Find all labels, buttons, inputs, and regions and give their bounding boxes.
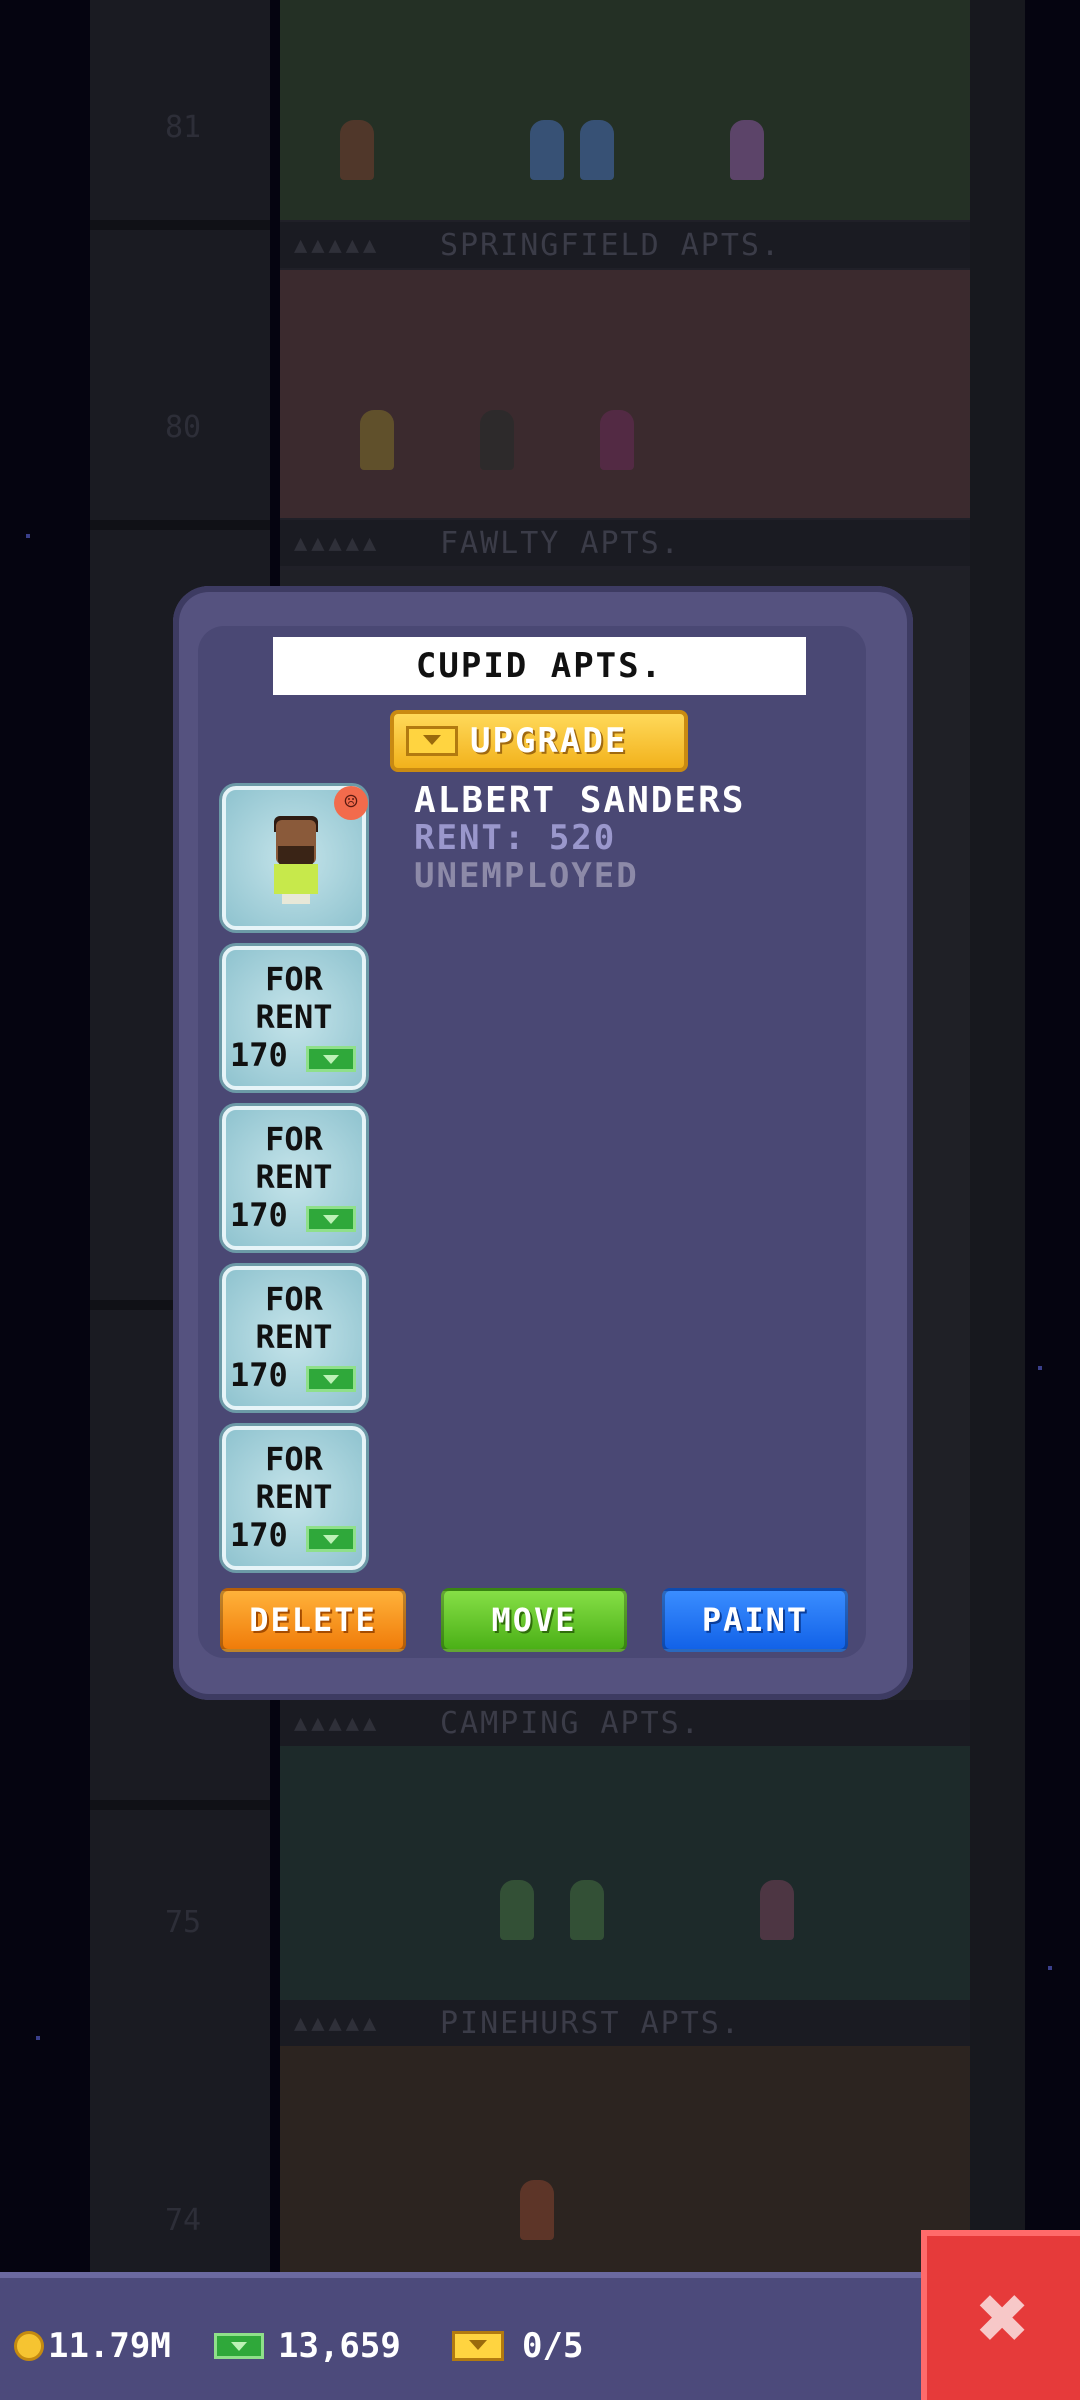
bux-icon bbox=[452, 2331, 504, 2361]
slot-price: 170 bbox=[230, 1356, 288, 1394]
paint-button[interactable]: PAINT bbox=[662, 1588, 848, 1652]
star bbox=[26, 534, 30, 538]
close-button[interactable]: ✖ bbox=[921, 2230, 1080, 2400]
upgrade-button[interactable]: UPGRADE bbox=[390, 710, 688, 772]
resident-job: UNEMPLOYED bbox=[414, 856, 639, 896]
coins-stat: 11.79M bbox=[14, 2326, 171, 2366]
tower-edge bbox=[965, 0, 1025, 2400]
resident-rent: RENT: 520 bbox=[414, 818, 617, 858]
floor-label: ▲▲▲▲▲ CAMPING APTS. bbox=[280, 1700, 970, 1746]
star bbox=[1038, 1366, 1042, 1370]
floor-name: PINEHURST APTS. bbox=[440, 2005, 741, 2041]
floor-80: ▲▲▲▲▲ FAWLTY APTS. bbox=[280, 270, 970, 570]
slot-price: 170 bbox=[230, 1196, 288, 1234]
slot-line2: RENT bbox=[255, 1318, 333, 1356]
floor-name: SPRINGFIELD APTS. bbox=[440, 227, 782, 263]
floor-75: ▲▲▲▲▲ PINEHURST APTS. bbox=[280, 2000, 970, 2272]
slot-line2: RENT bbox=[255, 1158, 333, 1196]
resident-slot[interactable]: ☹ bbox=[222, 786, 368, 930]
close-icon: ✖ bbox=[977, 2266, 1030, 2369]
upgrade-label: UPGRADE bbox=[470, 721, 628, 761]
floor-name: FAWLTY APTS. bbox=[440, 525, 681, 561]
slot-line1: FOR bbox=[265, 1280, 323, 1318]
resident-name: ALBERT SANDERS bbox=[414, 780, 746, 821]
bux-icon bbox=[406, 726, 458, 756]
floor-number: 74 bbox=[165, 2203, 202, 2238]
bux-stat: 0/5 bbox=[452, 2326, 583, 2366]
status-bar: 11.79M 13,659 0/5 bbox=[0, 2272, 930, 2400]
floor-number: 75 bbox=[165, 1905, 202, 1940]
floor-camping: ▲▲▲▲▲ CAMPING APTS. bbox=[280, 1700, 970, 2000]
delete-button[interactable]: DELETE bbox=[220, 1588, 406, 1652]
slot-price: 170 bbox=[230, 1036, 288, 1074]
floor-title: CUPID APTS. bbox=[273, 637, 806, 695]
cash-stat: 13,659 bbox=[214, 2326, 401, 2366]
slot-line1: FOR bbox=[265, 1120, 323, 1158]
cash-value: 13,659 bbox=[278, 2326, 401, 2366]
floor-81: ▲▲▲▲▲ SPRINGFIELD APTS. bbox=[280, 0, 970, 270]
for-rent-slot[interactable]: FOR RENT 170 bbox=[222, 946, 366, 1090]
cash-icon bbox=[306, 1206, 356, 1232]
for-rent-slot[interactable]: FOR RENT 170 bbox=[222, 1426, 366, 1570]
for-rent-slot[interactable]: FOR RENT 170 bbox=[222, 1106, 366, 1250]
floor-name: CAMPING APTS. bbox=[440, 1705, 701, 1741]
cash-icon bbox=[306, 1046, 356, 1072]
coins-value: 11.79M bbox=[48, 2326, 171, 2366]
floor-label: ▲▲▲▲▲ PINEHURST APTS. bbox=[280, 2000, 970, 2046]
slot-line2: RENT bbox=[255, 998, 333, 1036]
star bbox=[1048, 1966, 1052, 1970]
cash-icon bbox=[306, 1366, 356, 1392]
move-button[interactable]: MOVE bbox=[441, 1588, 627, 1652]
floor-number: 81 bbox=[165, 110, 202, 145]
cash-icon bbox=[306, 1526, 356, 1552]
slot-line1: FOR bbox=[265, 1440, 323, 1478]
resident-avatar bbox=[270, 816, 322, 904]
coin-icon bbox=[14, 2331, 44, 2361]
slot-line1: FOR bbox=[265, 960, 323, 998]
sad-face-icon: ☹ bbox=[334, 786, 368, 820]
star bbox=[36, 2036, 40, 2040]
for-rent-slot[interactable]: FOR RENT 170 bbox=[222, 1266, 366, 1410]
slot-line2: RENT bbox=[255, 1478, 333, 1516]
floor-number: 80 bbox=[165, 410, 202, 445]
cash-icon bbox=[214, 2333, 264, 2359]
bux-value: 0/5 bbox=[522, 2326, 584, 2366]
floor-label: ▲▲▲▲▲ SPRINGFIELD APTS. bbox=[280, 222, 970, 268]
floor-label: ▲▲▲▲▲ FAWLTY APTS. bbox=[280, 520, 970, 566]
slot-price: 170 bbox=[230, 1516, 288, 1554]
